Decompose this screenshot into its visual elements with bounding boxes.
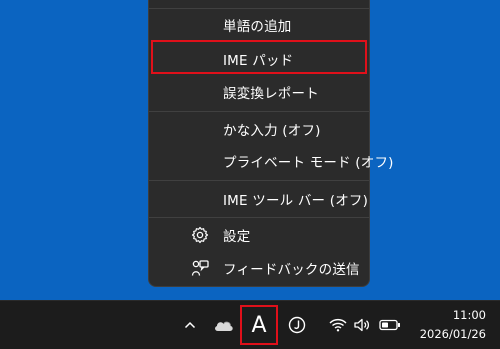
menu-item-ime-toolbar[interactable]: IME ツール バー (オフ) [149,184,369,214]
ime-kana-icon[interactable] [287,315,307,335]
menu-item-label: 単語の追加 [223,19,292,35]
clock-date: 2026/01/26 [419,327,486,341]
menu-item-label: IME ツール バー (オフ) [223,193,369,209]
menu-item-settings[interactable]: 設定 [149,220,369,250]
speaker-icon[interactable] [352,316,372,334]
menu-item-label: 誤変換レポート [223,86,319,102]
menu-item-label: プライベート モード (オフ) [223,155,394,171]
menu-item-kana-input[interactable]: かな入力 (オフ) [149,114,369,144]
menu-separator [149,111,369,112]
menu-item-add-word[interactable]: 単語の追加 [149,10,369,40]
menu-item-label: かな入力 (オフ) [223,123,321,139]
clock-time: 11:00 [452,308,486,322]
wifi-icon[interactable] [328,316,348,334]
menu-item-conversion-report[interactable]: 誤変換レポート [149,77,369,107]
taskbar-clock[interactable]: 11:00 2026/01/26 [420,306,486,344]
menu-separator [149,217,369,218]
ime-pad-highlight-frame [151,40,367,74]
menu-separator [149,180,369,181]
menu-item-label: フィードバックの送信 [223,262,360,278]
menu-item-label: 設定 [223,229,251,245]
battery-icon[interactable] [378,316,402,334]
menu-separator [149,8,369,9]
onedrive-cloud-icon[interactable] [212,315,236,335]
menu-item-private-mode[interactable]: プライベート モード (オフ) [149,146,393,176]
feedback-icon [191,259,209,277]
menu-item-feedback[interactable]: フィードバックの送信 [149,253,369,283]
ime-mode-highlight-frame [240,305,278,345]
chevron-up-icon[interactable] [181,316,199,334]
gear-icon [191,226,209,244]
